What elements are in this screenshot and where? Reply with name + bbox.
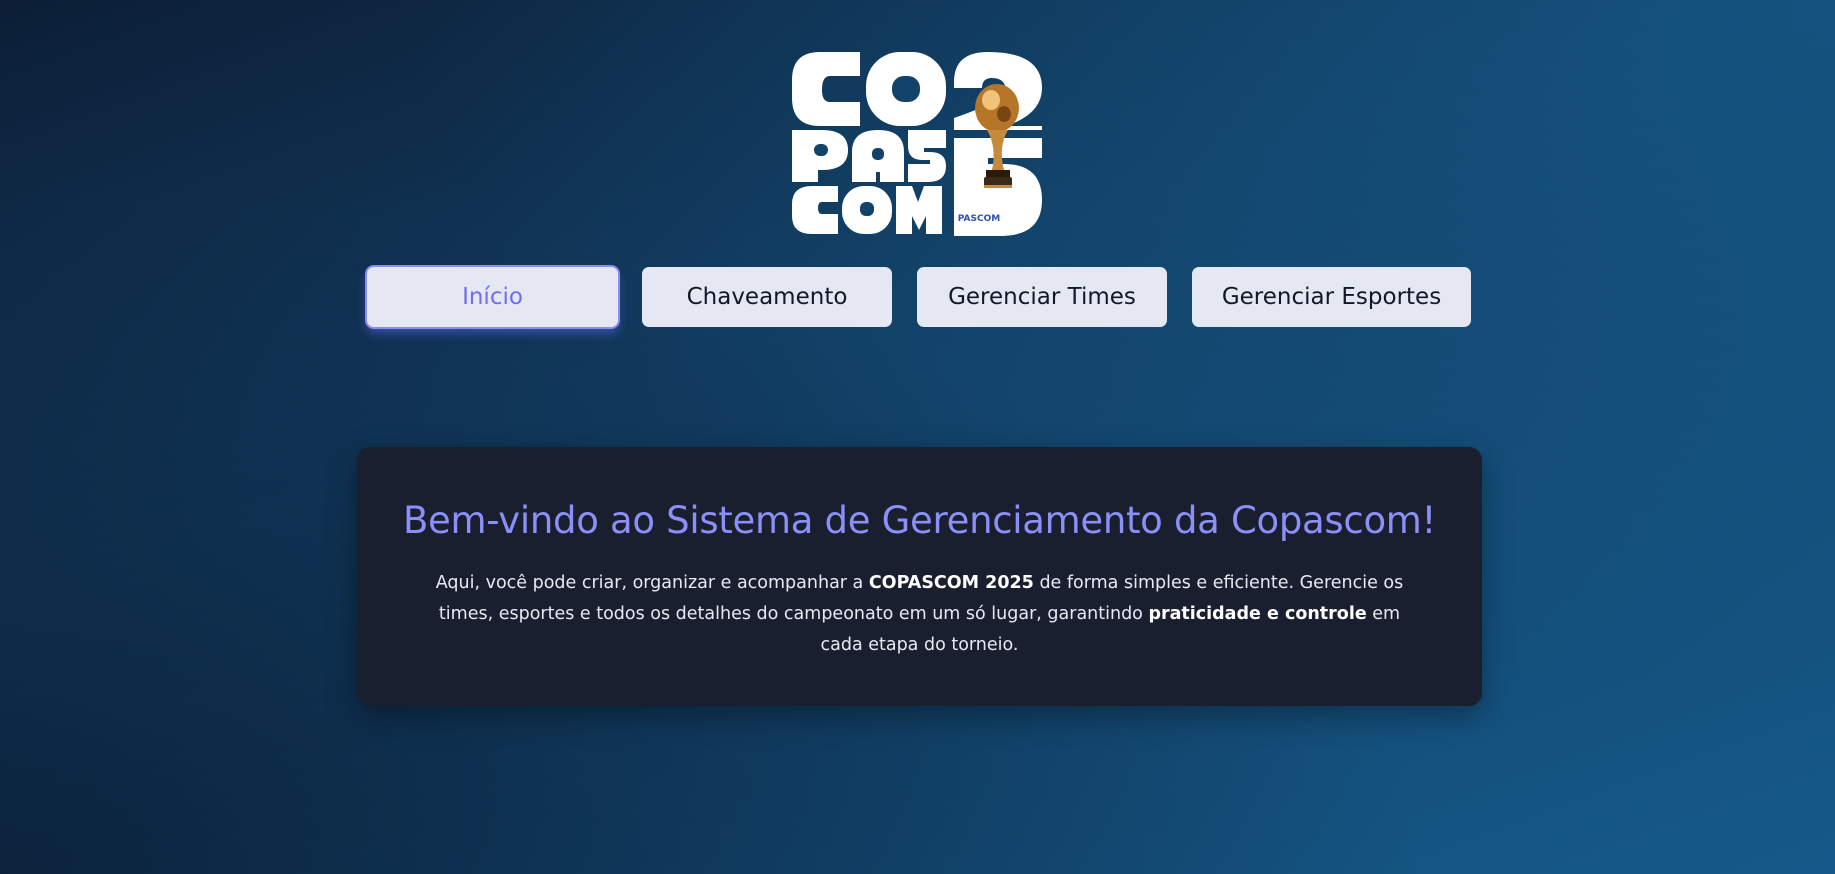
welcome-bold-copascom: COPASCOM 2025	[868, 573, 1034, 593]
welcome-bold-praticidade: praticidade e controle	[1148, 604, 1367, 624]
main-nav: Início Chaveamento Gerenciar Times Geren…	[0, 267, 1835, 327]
welcome-description: Aqui, você pode criar, organizar e acomp…	[417, 568, 1422, 661]
welcome-card: Bem-vindo ao Sistema de Gerenciamento da…	[357, 447, 1482, 706]
nav-gerenciar-times-button[interactable]: Gerenciar Times	[917, 267, 1167, 327]
welcome-text-part-1: Aqui, você pode criar, organizar e acomp…	[435, 573, 869, 593]
nav-chaveamento-button[interactable]: Chaveamento	[642, 267, 892, 327]
nav-inicio-button[interactable]: Início	[367, 267, 618, 327]
copascom-logo: PASCOM	[792, 52, 1044, 236]
svg-text:PASCOM: PASCOM	[958, 214, 1000, 224]
welcome-title: Bem-vindo ao Sistema de Gerenciamento da…	[402, 499, 1437, 542]
logo-graphic: PASCOM	[792, 52, 1042, 236]
nav-gerenciar-esportes-button[interactable]: Gerenciar Esportes	[1192, 267, 1471, 327]
